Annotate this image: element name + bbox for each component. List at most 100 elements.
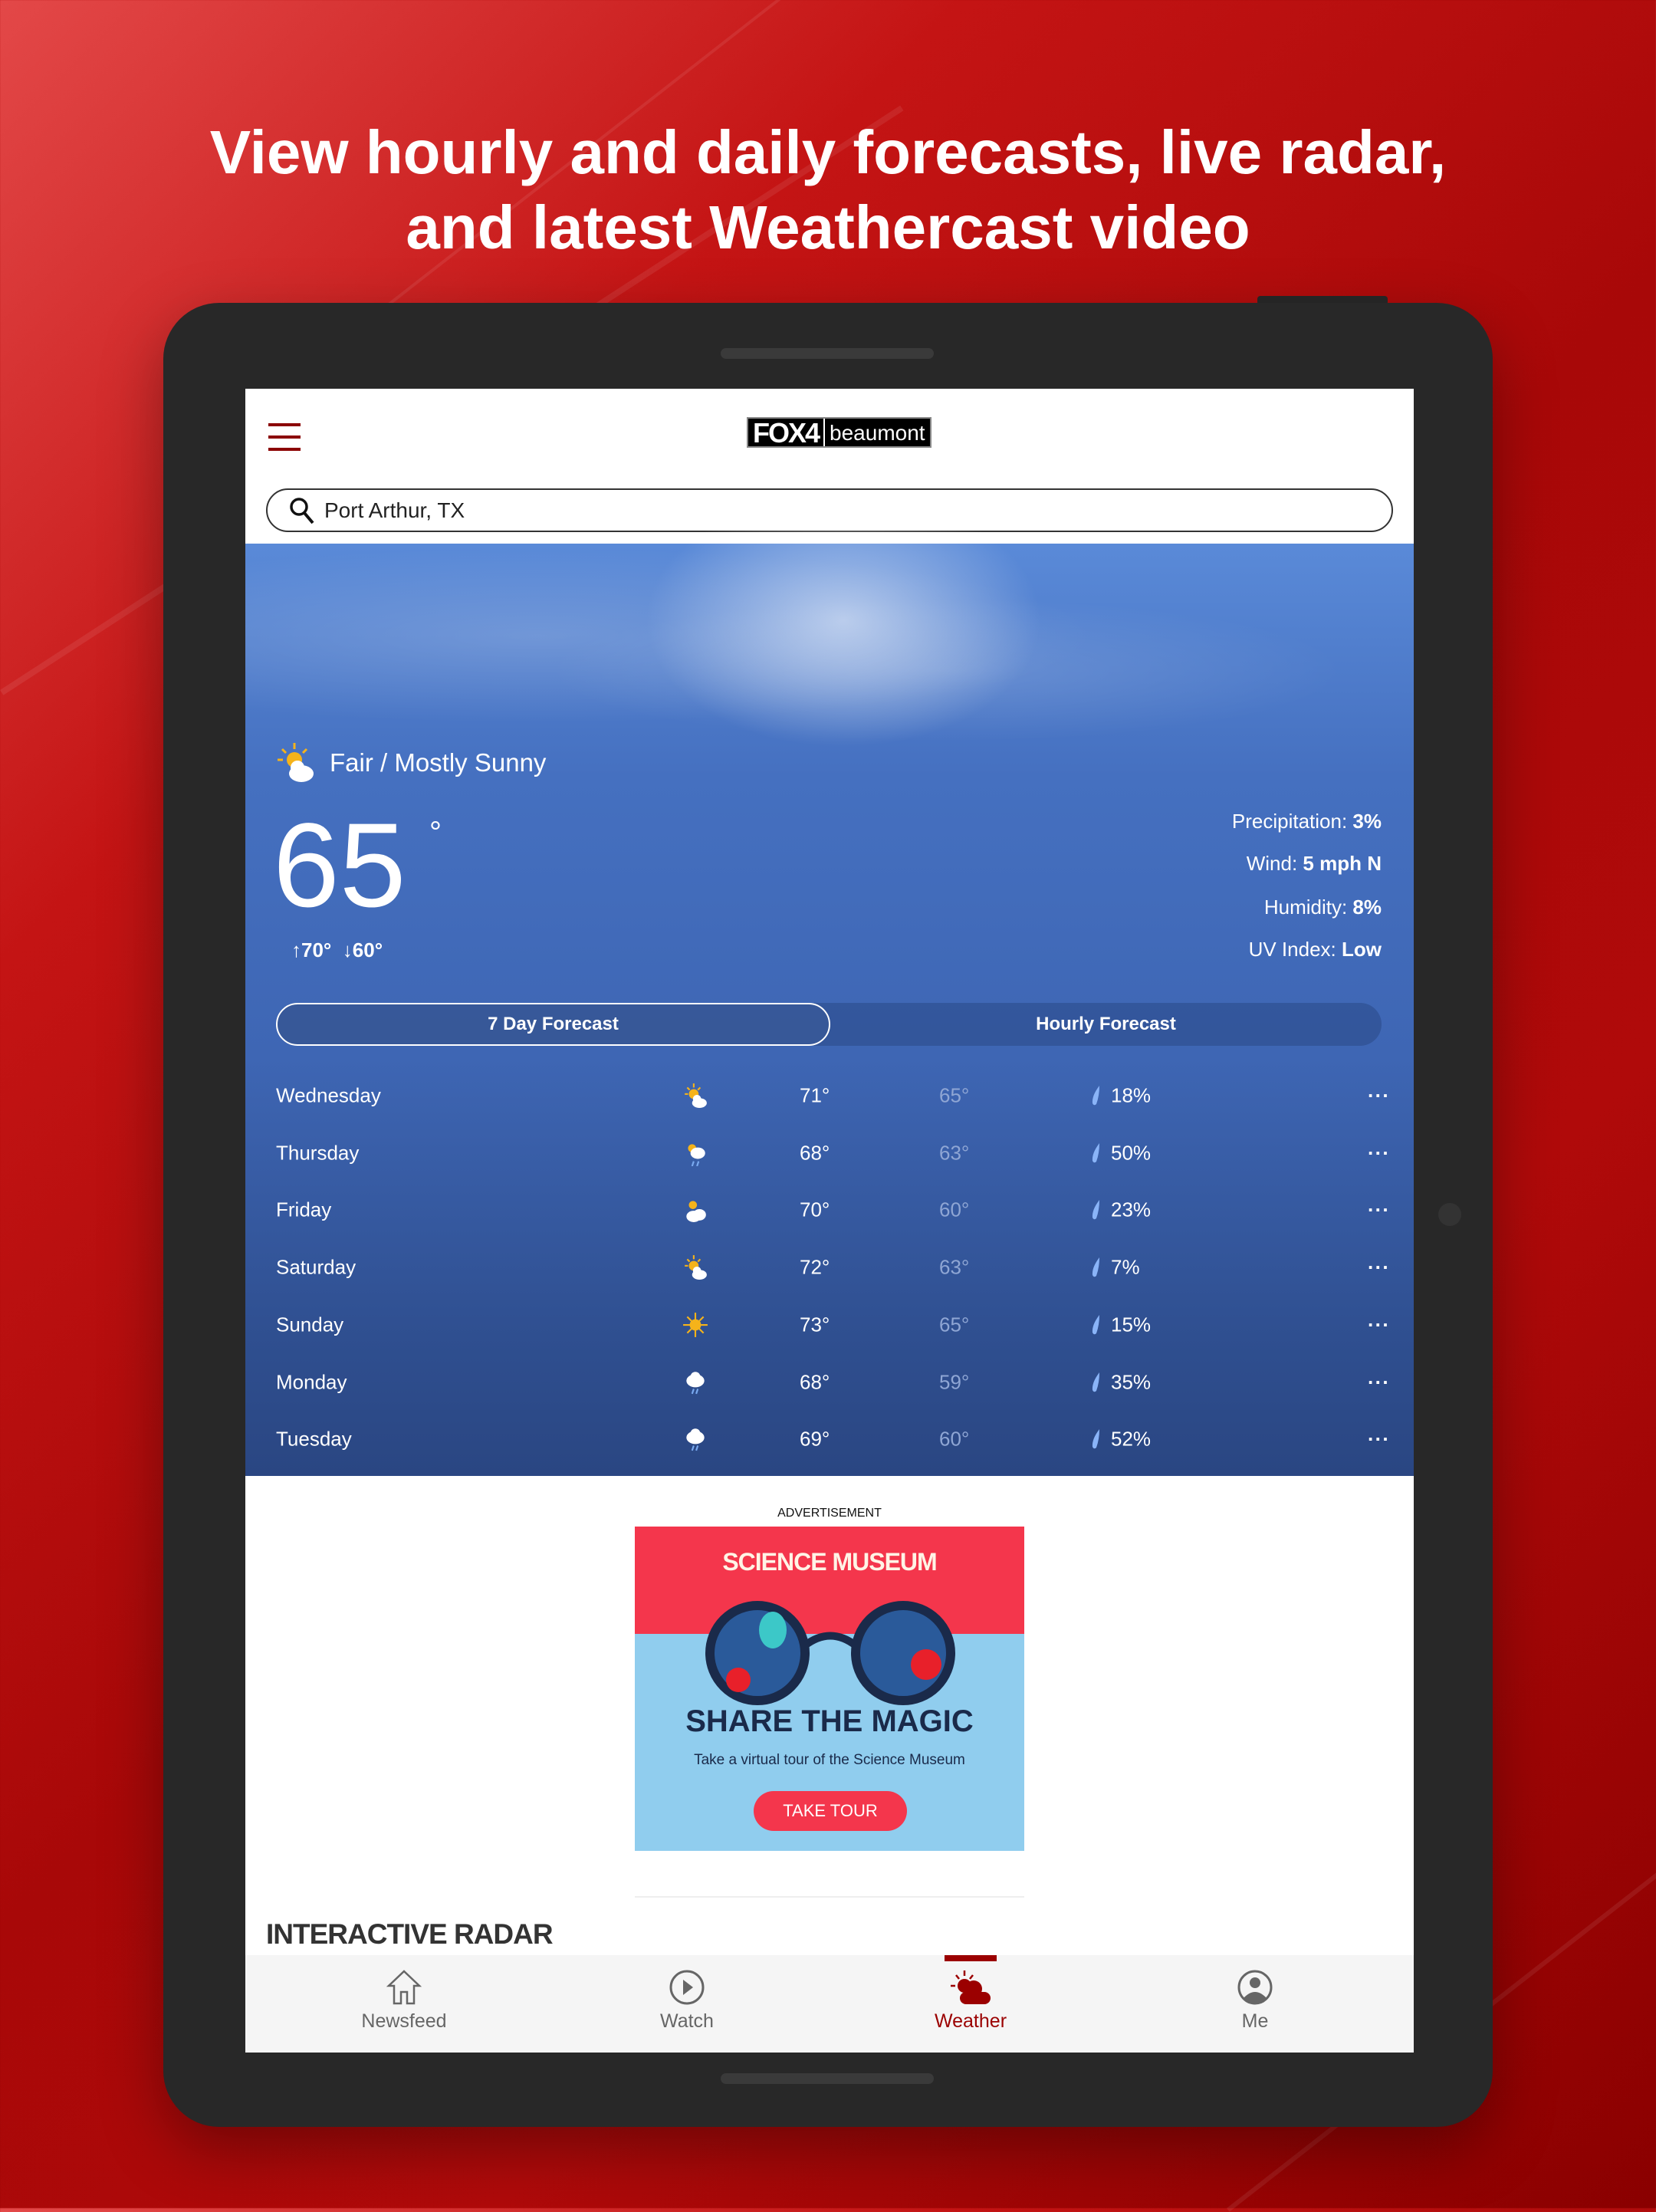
condition-text: Fair / Mostly Sunny xyxy=(330,748,547,777)
partly-sunny-icon xyxy=(278,743,314,782)
current-condition: Fair / Mostly Sunny xyxy=(276,741,546,784)
tablet-camera xyxy=(1438,1203,1461,1226)
more-options-button[interactable]: ··· xyxy=(1368,1313,1390,1336)
uv-index-detail: UV Index: Low xyxy=(1248,938,1382,961)
forecast-row[interactable]: Wednesday 71° 65° 18% ··· xyxy=(245,1073,1414,1119)
forecast-day: Sunday xyxy=(276,1313,344,1336)
forecast-precip: 35% xyxy=(1111,1370,1152,1393)
weather-icon xyxy=(951,1970,991,2004)
precipitation-detail: Precipitation: 3% xyxy=(1231,810,1382,833)
forecast-row[interactable]: Friday 70° 60° 23% ··· xyxy=(245,1187,1414,1233)
forecast-day: Wednesday xyxy=(276,1083,381,1107)
forecast-low: 60° xyxy=(939,1427,970,1451)
forecast-low: 63° xyxy=(939,1255,970,1279)
raindrop-icon xyxy=(1092,1086,1099,1106)
forecast-high: 68° xyxy=(800,1370,830,1393)
app-screen: FOX4 beaumont Port Arthur, TX Fair / Mos… xyxy=(245,389,1414,2053)
forecast-row[interactable]: Saturday 72° 63° 7% ··· xyxy=(245,1244,1414,1290)
forecast-precip: 50% xyxy=(1111,1141,1152,1165)
sun-rain-icon xyxy=(688,1144,705,1166)
rain-icon xyxy=(686,1428,705,1451)
nav-watch[interactable]: Watch xyxy=(610,1955,764,2053)
nav-weather[interactable]: Weather xyxy=(894,1955,1047,2053)
high-low: ↑70° ↓60° xyxy=(291,938,383,962)
home-icon xyxy=(386,1970,422,2005)
ad-brand: SCIENCE MUSEUM xyxy=(722,1548,937,1576)
forecast-low: 65° xyxy=(939,1083,970,1107)
forecast-row[interactable]: Monday 68° 59° 35% ··· xyxy=(245,1359,1414,1405)
more-options-button[interactable]: ··· xyxy=(1368,1084,1390,1108)
raindrop-icon xyxy=(1092,1314,1099,1335)
ad-headline: SHARE THE MAGIC xyxy=(685,1704,974,1738)
play-icon xyxy=(669,1970,705,2005)
sunny-icon xyxy=(683,1312,708,1337)
current-temperature: 65 xyxy=(273,799,406,932)
tab-7-day-forecast[interactable]: 7 Day Forecast xyxy=(276,1003,830,1046)
glasses-illustration xyxy=(705,1601,955,1705)
forecast-precip: 23% xyxy=(1111,1198,1152,1221)
forecast-day: Thursday xyxy=(276,1141,360,1165)
forecast-precip: 18% xyxy=(1111,1083,1152,1107)
raindrop-icon xyxy=(1092,1429,1099,1449)
more-options-button[interactable]: ··· xyxy=(1368,1141,1390,1165)
more-options-button[interactable]: ··· xyxy=(1368,1370,1390,1394)
forecast-day: Tuesday xyxy=(276,1427,352,1451)
logo-sub: beaumont xyxy=(830,421,925,445)
high-temp: ↑70° xyxy=(291,938,332,961)
forecast-low: 59° xyxy=(939,1370,970,1393)
logo-main: FOX4 xyxy=(748,419,826,448)
user-icon xyxy=(1237,1970,1273,2005)
take-tour-button[interactable]: TAKE TOUR xyxy=(754,1791,907,1831)
humidity-detail: Humidity: 8% xyxy=(1263,896,1382,919)
active-tab-indicator xyxy=(945,1955,997,1961)
interactive-radar-heading: INTERACTIVE RADAR xyxy=(266,1918,554,1950)
divider xyxy=(635,1896,1024,1898)
forecast-high: 70° xyxy=(800,1198,830,1221)
forecast-day: Monday xyxy=(276,1370,347,1393)
forecast-low: 65° xyxy=(939,1313,970,1336)
forecast-high: 69° xyxy=(800,1427,830,1451)
nav-me[interactable]: Me xyxy=(1178,1955,1332,2053)
raindrop-icon xyxy=(1092,1142,1099,1162)
hamburger-icon[interactable] xyxy=(268,423,301,451)
forecast-day: Saturday xyxy=(276,1255,356,1279)
raindrop-icon xyxy=(1092,1257,1099,1277)
tablet-speaker xyxy=(721,348,934,359)
degree-symbol: ° xyxy=(429,816,442,850)
weather-hero: Fair / Mostly Sunny 65 ° ↑70° ↓60° Preci… xyxy=(245,482,1414,1476)
search-icon xyxy=(290,497,314,524)
wind-detail: Wind: 5 mph N xyxy=(1246,852,1382,875)
forecast-precip: 52% xyxy=(1111,1427,1152,1451)
partly-sunny-icon xyxy=(685,1083,707,1108)
more-options-button[interactable]: ··· xyxy=(1368,1198,1390,1222)
forecast-precip: 15% xyxy=(1111,1313,1152,1336)
nav-newsfeed[interactable]: Newsfeed xyxy=(327,1955,481,2053)
rain-icon xyxy=(686,1371,705,1394)
sun-glow xyxy=(629,482,1058,758)
more-options-button[interactable]: ··· xyxy=(1368,1256,1390,1280)
advertisement-banner[interactable]: SCIENCE MUSEUM SHARE THE MAGIC Take a vi… xyxy=(635,1527,1024,1851)
promo-headline: View hourly and daily forecasts, live ra… xyxy=(0,115,1656,265)
forecast-high: 71° xyxy=(800,1083,830,1107)
tab-hourly-forecast[interactable]: Hourly Forecast xyxy=(830,1003,1382,1046)
forecast-day: Friday xyxy=(276,1198,332,1221)
forecast-high: 72° xyxy=(800,1255,830,1279)
headline-line-1: View hourly and daily forecasts, live ra… xyxy=(209,118,1447,186)
forecast-precip: 7% xyxy=(1111,1255,1140,1279)
raindrop-icon xyxy=(1092,1200,1099,1220)
forecast-row[interactable]: Tuesday 69° 60° 52% ··· xyxy=(245,1416,1414,1462)
bottom-nav: Newsfeed Watch Weather Me xyxy=(245,1955,1414,2053)
forecast-row[interactable]: Sunday 73° 65° 15% ··· xyxy=(245,1302,1414,1348)
forecast-high: 73° xyxy=(800,1313,830,1336)
tablet-speaker xyxy=(721,2073,934,2084)
more-options-button[interactable]: ··· xyxy=(1368,1428,1390,1451)
forecast-low: 63° xyxy=(939,1141,970,1165)
forecast-low: 60° xyxy=(939,1198,970,1221)
advertisement-label: ADVERTISEMENT xyxy=(777,1507,882,1520)
forecast-row[interactable]: Thursday 68° 63° 50% ··· xyxy=(245,1130,1414,1176)
ad-subtext: Take a virtual tour of the Science Museu… xyxy=(694,1752,965,1768)
partly-sunny-icon xyxy=(685,1255,707,1280)
mostly-cloudy-icon xyxy=(686,1201,706,1223)
fox4-logo[interactable]: FOX4 beaumont xyxy=(747,417,932,448)
raindrop-icon xyxy=(1092,1372,1099,1392)
